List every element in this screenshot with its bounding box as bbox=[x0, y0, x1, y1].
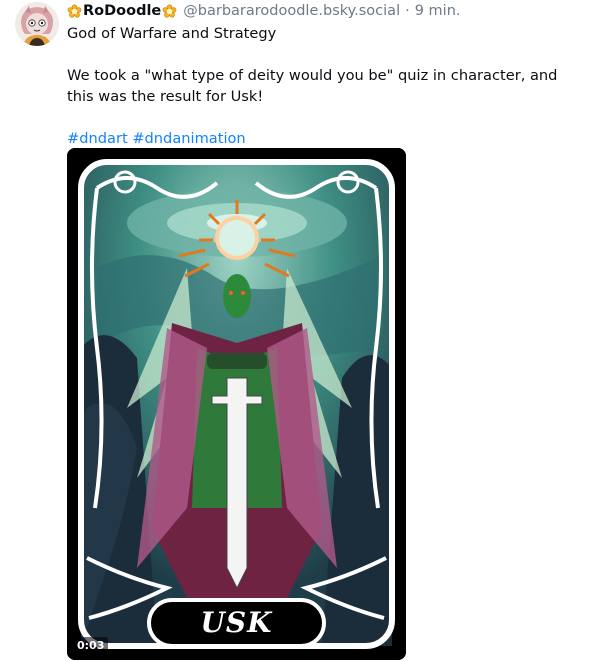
video-player[interactable]: USK 0:03 bbox=[67, 148, 406, 660]
post-header: RoDoodle @barbararodoodle.bsky.social · … bbox=[67, 0, 582, 22]
post-text-body: We took a "what type of deity would you … bbox=[67, 67, 558, 105]
post-body: RoDoodle @barbararodoodle.bsky.social · … bbox=[67, 0, 582, 149]
handle[interactable]: @barbararodoodle.bsky.social bbox=[183, 3, 400, 19]
tarot-card-artwork bbox=[67, 148, 406, 660]
separator: · bbox=[405, 3, 410, 19]
avatar[interactable] bbox=[15, 2, 59, 46]
post-text-title: God of Warfare and Strategy bbox=[67, 25, 277, 42]
hashtag-link[interactable]: #dndanimation bbox=[132, 130, 245, 147]
flower-badge-icon bbox=[67, 3, 82, 19]
card-title: USK bbox=[200, 606, 273, 639]
flower-badge-icon bbox=[162, 3, 177, 19]
display-name[interactable]: RoDoodle bbox=[83, 3, 161, 19]
hashtags: #dndart #dndanimation bbox=[67, 128, 582, 149]
avatar-image bbox=[15, 2, 59, 46]
timestamp[interactable]: 9 min. bbox=[415, 3, 461, 19]
hashtag-link[interactable]: #dndart bbox=[67, 130, 128, 147]
video-time: 0:03 bbox=[73, 637, 109, 654]
